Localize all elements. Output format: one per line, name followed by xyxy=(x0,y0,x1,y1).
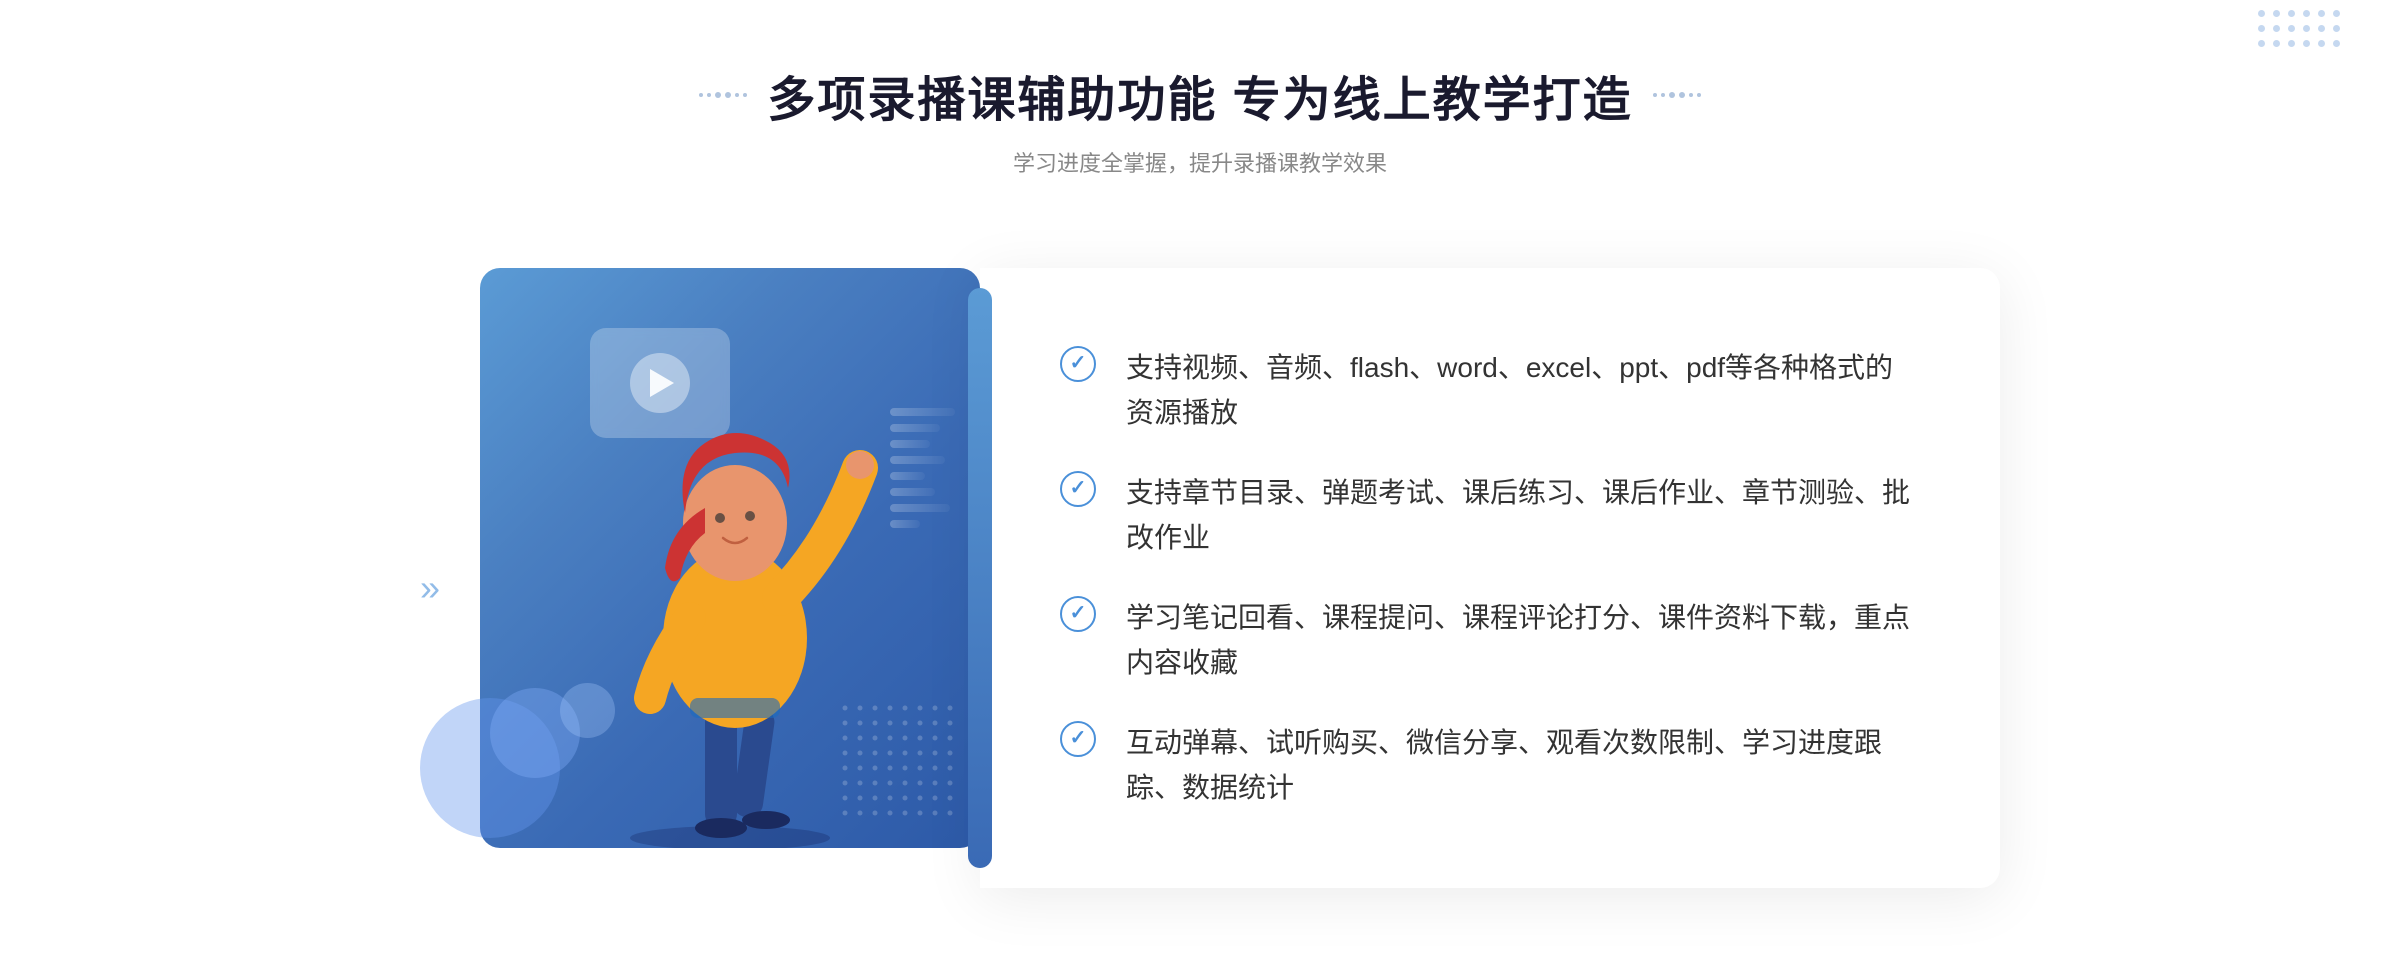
left-connecting-strip xyxy=(968,288,992,868)
feature-text-4: 互动弹幕、试听购买、微信分享、观看次数限制、学习进度跟踪、数据统计 xyxy=(1126,721,1920,811)
page-wrapper: 多项录播课辅助功能 专为线上教学打造 学习进度全掌握，提升录播课教学效果 » xyxy=(0,0,2400,974)
content-area: » xyxy=(400,238,2000,938)
checkmark-symbol-2: ✓ xyxy=(1070,478,1087,498)
check-icon-3: ✓ xyxy=(1060,596,1096,632)
feature-item-1: ✓ 支持视频、音频、flash、word、excel、ppt、pdf等各种格式的… xyxy=(1060,346,1920,436)
right-decorator xyxy=(1653,92,1701,98)
check-icon-1: ✓ xyxy=(1060,346,1096,382)
check-icon-4: ✓ xyxy=(1060,721,1096,757)
checkmark-symbol-4: ✓ xyxy=(1070,728,1087,748)
feature-item-3: ✓ 学习笔记回看、课程提问、课程评论打分、课件资料下载，重点内容收藏 xyxy=(1060,596,1920,686)
feature-text-3: 学习笔记回看、课程提问、课程评论打分、课件资料下载，重点内容收藏 xyxy=(1126,596,1920,686)
feature-text-2: 支持章节目录、弹题考试、课后练习、课后作业、章节测验、批改作业 xyxy=(1126,471,1920,561)
header-decorators: 多项录播课辅助功能 专为线上教学打造 xyxy=(699,60,1700,130)
top-right-decoration xyxy=(2258,10,2340,47)
checkmark-symbol-3: ✓ xyxy=(1070,603,1087,623)
illustration-side xyxy=(400,238,1020,898)
main-title: 多项录播课辅助功能 专为线上教学打造 xyxy=(767,60,1632,130)
person-illustration xyxy=(550,348,910,848)
header-section: 多项录播课辅助功能 专为线上教学打造 学习进度全掌握，提升录播课教学效果 xyxy=(699,60,1700,178)
features-card: ✓ 支持视频、音频、flash、word、excel、ppt、pdf等各种格式的… xyxy=(980,268,2000,888)
sub-title: 学习进度全掌握，提升录播课教学效果 xyxy=(699,146,1700,178)
feature-item-4: ✓ 互动弹幕、试听购买、微信分享、观看次数限制、学习进度跟踪、数据统计 xyxy=(1060,721,1920,811)
left-decorator xyxy=(699,92,747,98)
checkmark-symbol-1: ✓ xyxy=(1070,353,1087,373)
feature-item-2: ✓ 支持章节目录、弹题考试、课后练习、课后作业、章节测验、批改作业 xyxy=(1060,471,1920,561)
feature-text-1: 支持视频、音频、flash、word、excel、ppt、pdf等各种格式的资源… xyxy=(1126,346,1920,436)
check-icon-2: ✓ xyxy=(1060,471,1096,507)
